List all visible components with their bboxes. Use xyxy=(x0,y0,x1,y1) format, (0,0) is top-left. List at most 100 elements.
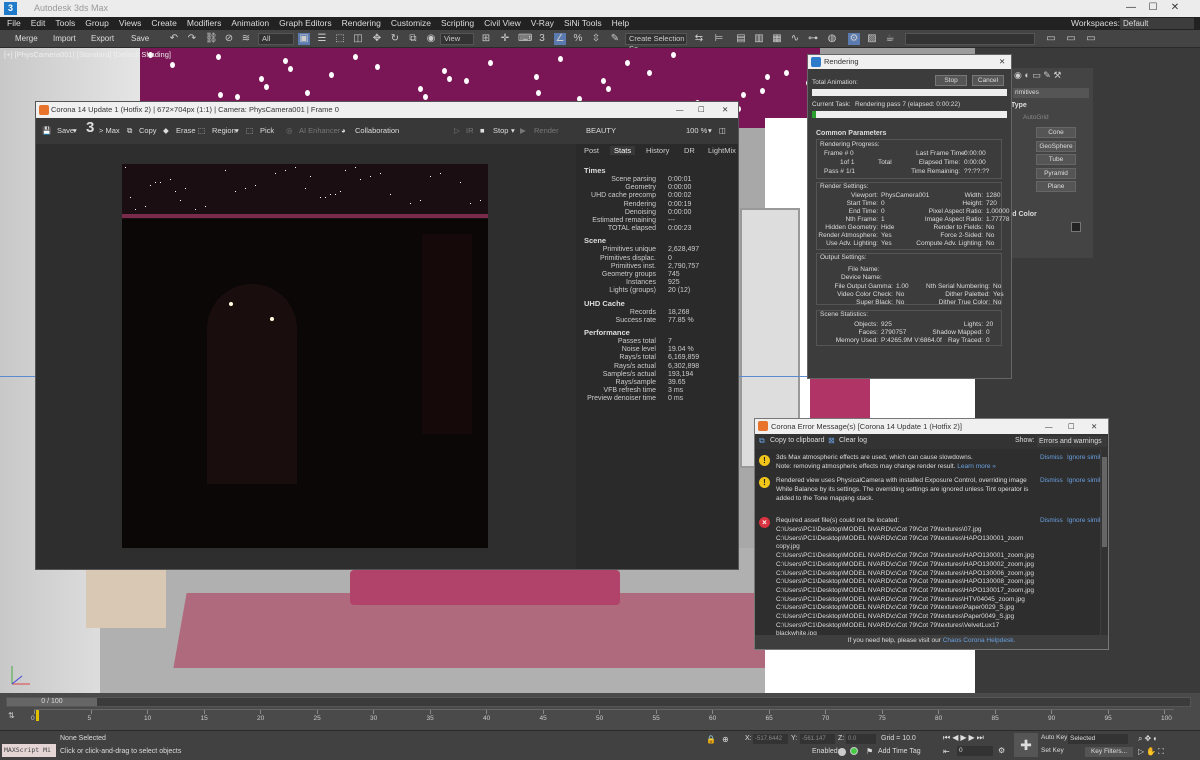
vfb-erase-button[interactable]: Erase xyxy=(176,124,196,138)
vfb-save-dropdown-icon[interactable]: ▾ xyxy=(73,124,77,138)
error-scrollbar-thumb[interactable] xyxy=(1102,457,1107,547)
ignore-similar-link-2[interactable]: Ignore simila xyxy=(1067,477,1100,486)
render-image[interactable] xyxy=(122,164,488,548)
pivot-icon[interactable]: ⊞ xyxy=(480,33,492,45)
import-button[interactable]: Import xyxy=(53,33,76,45)
bind-spacewarp-icon[interactable]: ≋ xyxy=(240,33,252,45)
render-production-icon[interactable]: ☕ xyxy=(884,33,896,45)
menu-views[interactable]: Views xyxy=(114,17,147,30)
tube-button[interactable]: Tube xyxy=(1036,154,1076,165)
dismiss-link-3[interactable]: Dismiss xyxy=(1040,517,1063,526)
vfb-copy-button[interactable]: Copy xyxy=(139,124,157,138)
project-icon[interactable]: ▭ xyxy=(1065,33,1077,45)
set-key-button[interactable]: Set Key xyxy=(1041,747,1064,754)
vfb-region-button[interactable]: Region xyxy=(212,124,236,138)
render-setup-icon[interactable]: ⚙ xyxy=(848,33,860,45)
error-minimize-icon[interactable]: — xyxy=(1045,419,1053,434)
vfb-maximize-icon[interactable]: ☐ xyxy=(698,102,705,118)
menu-customize[interactable]: Customize xyxy=(386,17,436,30)
copy-clipboard-icon[interactable]: ⧉ xyxy=(759,436,765,446)
menu-civil-view[interactable]: Civil View xyxy=(479,17,526,30)
vfb-region-dropdown-icon[interactable]: ▾ xyxy=(235,124,239,138)
keyboard-shortcut-icon[interactable]: ⌨ xyxy=(518,33,532,45)
nav-controls[interactable]: ⌕✥◐ xyxy=(1138,734,1160,744)
menu-graph-editors[interactable]: Graph Editors xyxy=(274,17,336,30)
vfb-save-icon[interactable]: 💾 xyxy=(42,124,51,138)
workspaces-dropdown[interactable]: Default xyxy=(1120,18,1194,29)
rectangular-selection-icon[interactable]: ⬚ xyxy=(334,33,346,45)
cone-button[interactable]: Cone xyxy=(1036,127,1076,138)
dismiss-link-1[interactable]: Dismiss xyxy=(1040,454,1063,463)
vfb-region-icon[interactable]: ⬚ xyxy=(198,124,205,138)
selection-set-key-dropdown[interactable]: Selected xyxy=(1068,734,1128,744)
vfb-collaboration-icon[interactable]: ◕ xyxy=(341,124,346,138)
selection-filter-dropdown[interactable]: All xyxy=(258,33,294,45)
playback-controls[interactable]: ⏮◀▶▶⏭ xyxy=(943,733,986,743)
time-config-icon[interactable]: ⚙ xyxy=(998,746,1005,755)
vfb-ai-enhancer-button[interactable]: AI Enhancer xyxy=(299,124,340,138)
toolbar-extra-icon[interactable]: ▭ xyxy=(1085,33,1097,45)
dismiss-link-2[interactable]: Dismiss xyxy=(1040,477,1063,486)
primitives-dropdown[interactable]: rimitives xyxy=(1013,88,1089,98)
clear-log-button[interactable]: Clear log xyxy=(839,437,867,444)
maxscript-listener[interactable]: MAXScript Mi xyxy=(2,744,56,757)
vfb-zoom-dropdown-icon[interactable]: ▾ xyxy=(708,124,712,138)
lock-icon[interactable]: 🔒 xyxy=(706,735,716,744)
rotate-icon[interactable]: ↻ xyxy=(389,33,401,45)
ribbon-icon[interactable]: ▦ xyxy=(771,33,783,45)
tab-dr[interactable]: DR xyxy=(684,146,695,155)
z-field[interactable]: 0.0 xyxy=(846,734,876,744)
rendered-frame-window-icon[interactable]: ▨ xyxy=(866,33,878,45)
pyramid-button[interactable]: Pyramid xyxy=(1036,168,1076,179)
placement-icon[interactable]: ◉ xyxy=(425,33,437,45)
menu-sini-tools[interactable]: SiNi Tools xyxy=(559,17,607,30)
selection-set-dropdown[interactable]: Create Selection Se xyxy=(625,33,687,53)
tab-lightmix[interactable]: LightMix xyxy=(708,146,736,155)
vfb-pick-icon[interactable]: ⬚ xyxy=(246,124,253,138)
select-by-name-icon[interactable]: ☰ xyxy=(316,33,328,45)
nav-controls-2[interactable]: ▷✋⛶ xyxy=(1138,747,1166,757)
menu-scripting[interactable]: Scripting xyxy=(436,17,479,30)
color-swatch[interactable] xyxy=(1071,222,1081,232)
show-filter-dropdown[interactable]: Errors and warnings xyxy=(1037,436,1107,447)
clear-log-icon[interactable]: ⊠ xyxy=(828,436,835,445)
menu-create[interactable]: Create xyxy=(146,17,182,30)
menu-v-ray[interactable]: V-Ray xyxy=(526,17,559,30)
vfb-channel-dropdown[interactable]: BEAUTY xyxy=(586,124,616,138)
minimize-icon[interactable]: — xyxy=(1124,2,1138,13)
unlink-icon[interactable]: ⊘ xyxy=(223,33,235,45)
adaptive-degradation-icon[interactable] xyxy=(850,747,858,755)
key-filters-button[interactable]: Key Filters... xyxy=(1085,747,1133,757)
angle-snap-icon[interactable]: ∠ xyxy=(554,33,566,45)
vfb-ir-button[interactable]: IR xyxy=(466,124,474,138)
ignore-similar-link-3[interactable]: Ignore simila xyxy=(1067,517,1100,526)
named-selection-icon[interactable]: ✎ xyxy=(609,33,621,45)
render-preset-field[interactable] xyxy=(905,33,1035,45)
select-manipulate-icon[interactable]: ✛ xyxy=(499,33,511,45)
vfb-erase-icon[interactable]: ◆ xyxy=(163,124,169,138)
rendering-close-icon[interactable]: ✕ xyxy=(999,55,1005,69)
learn-more-link[interactable]: Learn more » xyxy=(957,463,996,470)
add-time-tag[interactable]: Add Time Tag xyxy=(878,748,921,755)
vfb-render-button[interactable]: Render xyxy=(534,124,559,138)
copy-clipboard-button[interactable]: Copy to clipboard xyxy=(770,437,824,444)
menu-modifiers[interactable]: Modifiers xyxy=(182,17,226,30)
curve-editor-icon[interactable]: ∿ xyxy=(789,33,801,45)
mirror-icon[interactable]: ⇆ xyxy=(693,33,705,45)
folder-icon[interactable]: ▭ xyxy=(1045,33,1057,45)
rendering-stop-button[interactable]: Stop xyxy=(935,75,967,86)
vfb-panel-toggle-icon[interactable]: ◫ xyxy=(719,124,726,138)
reference-coordinate-dropdown[interactable]: View xyxy=(440,33,474,45)
vfb-to-max-button[interactable]: > Max xyxy=(99,124,120,138)
vfb-stop-icon[interactable]: ■ xyxy=(480,124,485,138)
vfb-stop-dropdown-icon[interactable]: ▾ xyxy=(511,124,515,138)
move-icon[interactable]: ✥ xyxy=(371,33,383,45)
key-mode-icon[interactable]: ⇤ xyxy=(943,747,950,756)
window-crossing-icon[interactable]: ◫ xyxy=(352,33,364,45)
menu-tools[interactable]: Tools xyxy=(50,17,80,30)
enabled-toggle[interactable] xyxy=(838,748,846,756)
vfb-minimize-icon[interactable]: — xyxy=(676,102,684,118)
merge-button[interactable]: Merge xyxy=(15,33,38,45)
time-slider-thumb[interactable]: 0 / 100 xyxy=(7,698,97,706)
ignore-similar-link-1[interactable]: Ignore simila xyxy=(1067,454,1100,463)
